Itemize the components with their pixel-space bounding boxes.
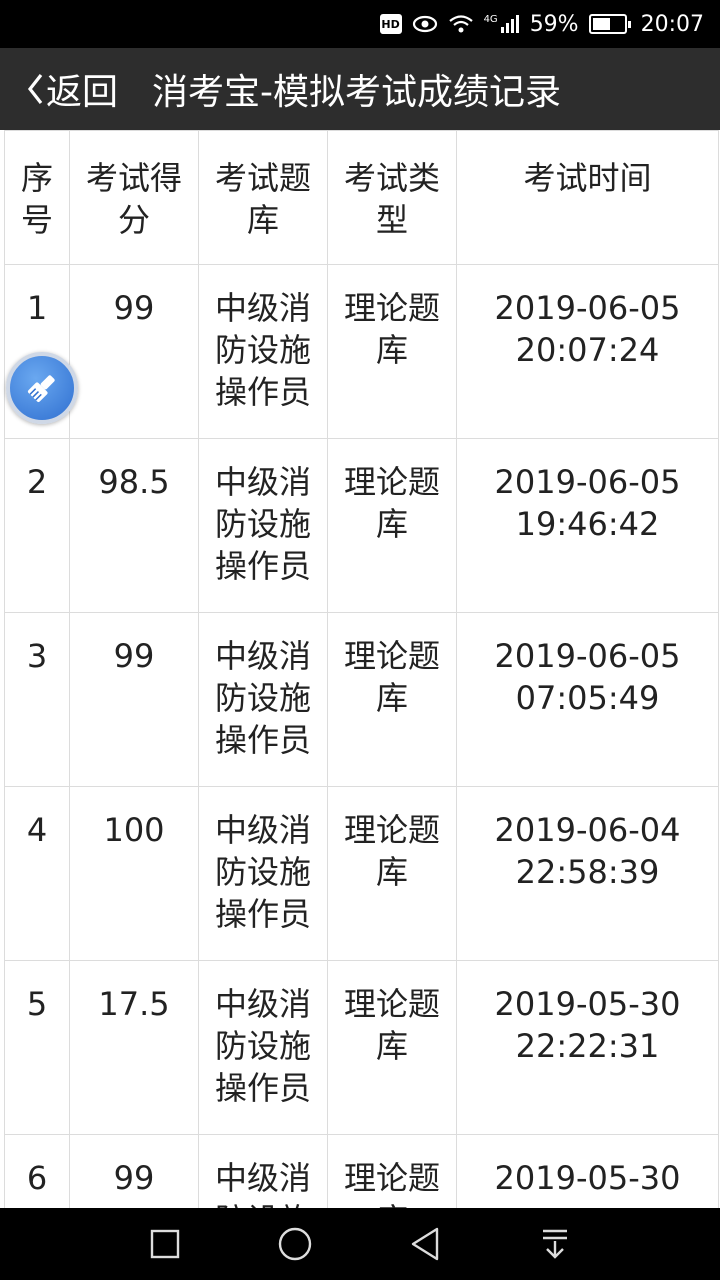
cell-datetime: 2019-06-05 19:46:42 — [456, 438, 719, 613]
pull-down-icon — [543, 1229, 567, 1259]
recent-apps-button[interactable] — [135, 1214, 195, 1274]
cell-type: 理论题库 — [327, 438, 457, 613]
cell-date: 2019-06-05 — [494, 637, 681, 675]
cell-no: 3 — [4, 612, 70, 787]
cell-datetime: 2019-06-05 20:07:24 — [456, 264, 719, 439]
title-bar: 返回 消考宝-模拟考试成绩记录 — [0, 48, 720, 130]
table-row: 4 100 中级消防设施操作员 理论题库 2019-06-04 22:58:39 — [4, 786, 719, 961]
records-table-container[interactable]: 序号 考试得分 考试题库 考试类型 考试时间 1 99 中级消防设施操作员 理论… — [0, 130, 720, 1208]
cell-date: 2019-06-04 — [494, 811, 681, 849]
cell-type: 理论题库 — [327, 786, 457, 961]
cell-no: 6 — [4, 1134, 70, 1208]
cell-time: 07:05:49 — [515, 679, 660, 717]
cell-score: 98.5 — [69, 438, 199, 613]
floating-assist-button[interactable] — [6, 352, 78, 424]
chevron-left-icon — [27, 74, 43, 104]
cell-date: 2019-06-05 — [494, 289, 681, 327]
cell-datetime: 2019-05-30 — [456, 1134, 719, 1208]
header-no: 序号 — [4, 130, 70, 265]
hd-icon: HD — [379, 14, 402, 34]
table-row: 2 98.5 中级消防设施操作员 理论题库 2019-06-05 19:46:42 — [4, 438, 719, 613]
cell-date: 2019-05-30 — [494, 1159, 681, 1197]
triangle-back-icon — [411, 1227, 439, 1261]
cell-bank: 中级消防设施操作员 — [198, 264, 328, 439]
brush-icon — [27, 375, 55, 403]
cell-score: 100 — [69, 786, 199, 961]
cell-date: 2019-06-05 — [494, 463, 681, 501]
battery-icon — [588, 14, 631, 34]
cell-time: 20:07:24 — [515, 331, 660, 369]
cell-bank: 中级消防设施操作员 — [198, 786, 328, 961]
cell-datetime: 2019-06-05 07:05:49 — [456, 612, 719, 787]
cellular-signal-icon: 4G — [484, 14, 520, 34]
cell-time: 22:22:31 — [515, 1027, 660, 1065]
page-title: 消考宝-模拟考试成绩记录 — [152, 72, 562, 113]
home-button[interactable] — [265, 1214, 325, 1274]
header-type: 考试类型 — [327, 130, 457, 265]
cell-bank: 中级消防设施操作员 — [198, 438, 328, 613]
cell-score: 99 — [69, 1134, 199, 1208]
cell-time: 22:58:39 — [515, 853, 660, 891]
back-button[interactable]: 返回 — [0, 48, 118, 130]
square-icon — [150, 1229, 180, 1259]
navigation-bar — [0, 1208, 720, 1280]
status-bar: HD 4G 59% 20:07 — [0, 0, 720, 48]
back-label: 返回 — [46, 72, 119, 113]
cell-type: 理论题库 — [327, 612, 457, 787]
cell-score: 99 — [69, 264, 199, 439]
clock: 20:07 — [640, 11, 704, 37]
records-table: 序号 考试得分 考试题库 考试类型 考试时间 1 99 中级消防设施操作员 理论… — [4, 130, 719, 1208]
back-nav-button[interactable] — [395, 1214, 455, 1274]
network-type: 4G — [483, 14, 498, 25]
cell-no: 4 — [4, 786, 70, 961]
header-bank: 考试题库 — [198, 130, 328, 265]
cell-score: 99 — [69, 612, 199, 787]
header-score: 考试得分 — [69, 130, 199, 265]
cell-score: 17.5 — [69, 960, 199, 1135]
table-row: 1 99 中级消防设施操作员 理论题库 2019-06-05 20:07:24 — [4, 264, 719, 439]
notification-pull-button[interactable] — [525, 1214, 585, 1274]
circle-icon — [278, 1227, 312, 1261]
cell-no: 2 — [4, 438, 70, 613]
cell-datetime: 2019-05-30 22:22:31 — [456, 960, 719, 1135]
cell-time: 19:46:42 — [515, 505, 660, 543]
cell-bank: 中级消防设施操作员 — [198, 612, 328, 787]
table-row: 5 17.5 中级消防设施操作员 理论题库 2019-05-30 22:22:31 — [4, 960, 719, 1135]
eye-icon — [412, 15, 438, 33]
cell-bank: 中级消防设施操作员 — [198, 960, 328, 1135]
header-time: 考试时间 — [456, 130, 719, 265]
table-row: 3 99 中级消防设施操作员 理论题库 2019-06-05 07:05:49 — [4, 612, 719, 787]
cell-bank: 中级消防设施操作员 — [198, 1134, 328, 1208]
table-row: 6 99 中级消防设施操作员 理论题库 2019-05-30 — [4, 1134, 719, 1208]
battery-percent: 59% — [529, 11, 579, 37]
cell-no: 5 — [4, 960, 70, 1135]
wifi-icon — [448, 14, 474, 34]
cell-datetime: 2019-06-04 22:58:39 — [456, 786, 719, 961]
cell-type: 理论题库 — [327, 264, 457, 439]
cell-type: 理论题库 — [327, 960, 457, 1135]
cell-date: 2019-05-30 — [494, 985, 681, 1023]
cell-type: 理论题库 — [327, 1134, 457, 1208]
table-header-row: 序号 考试得分 考试题库 考试类型 考试时间 — [4, 130, 719, 265]
